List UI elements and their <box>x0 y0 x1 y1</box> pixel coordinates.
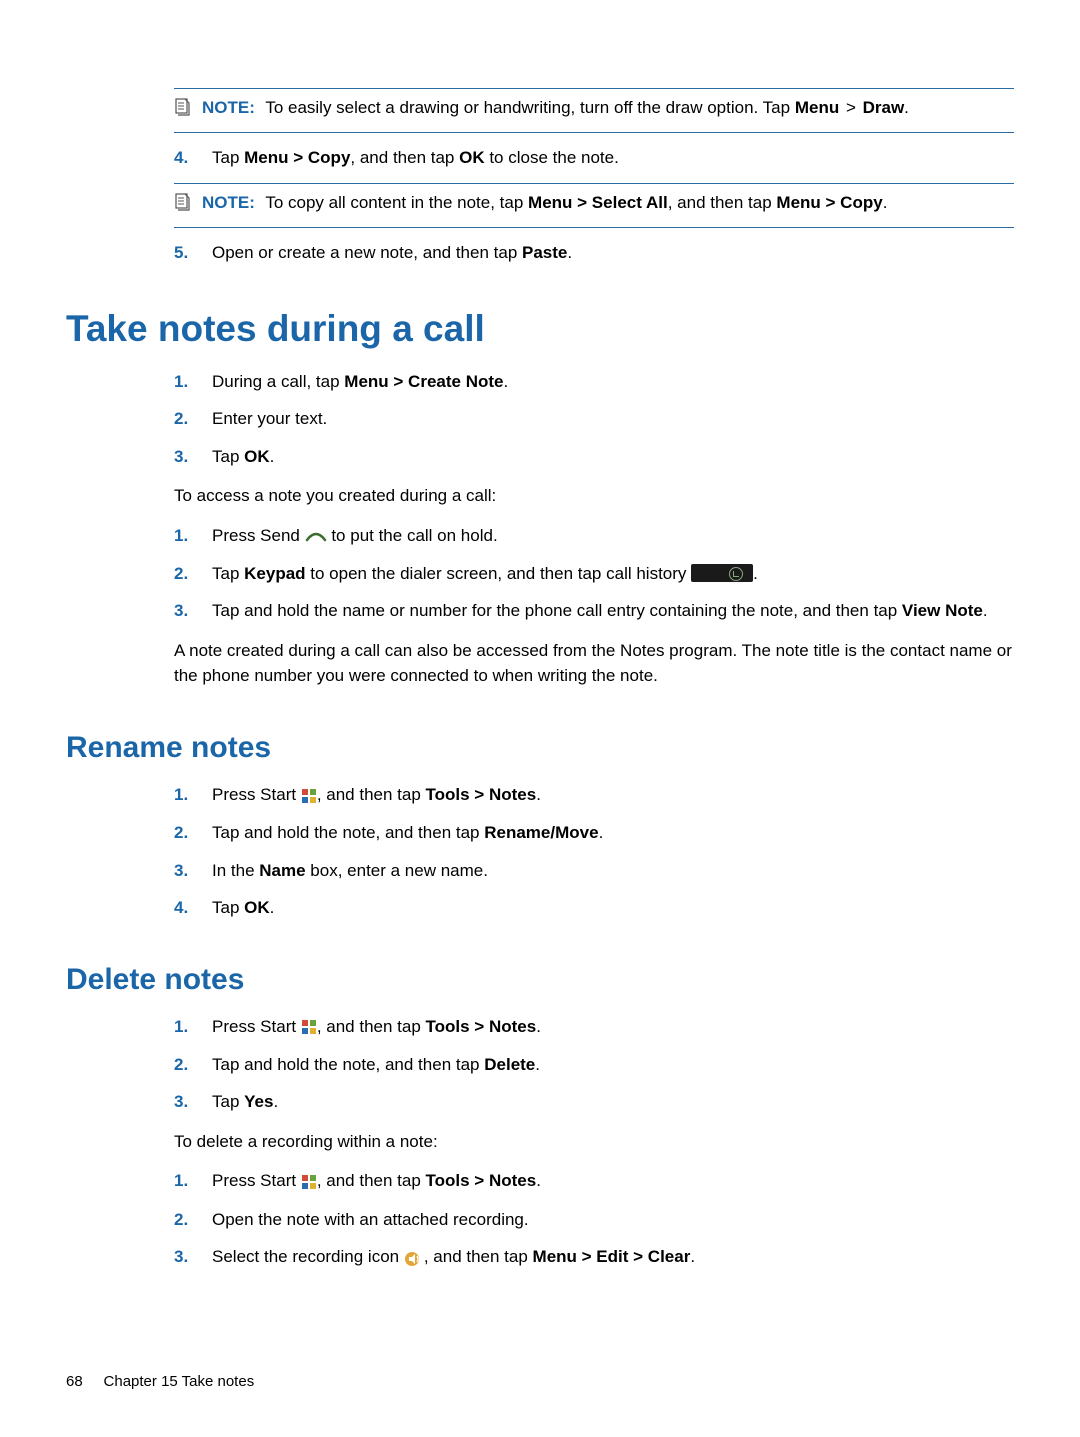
note-box: NOTE: To easily select a drawing or hand… <box>174 88 1014 133</box>
ordered-list: 1. Press Start , and then tap Tools > No… <box>174 1168 1014 1270</box>
list-item: 2. Tap and hold the note, and then tap R… <box>174 820 1014 846</box>
call-history-icon <box>691 564 753 582</box>
step-body: Tap Menu > Copy, and then tap OK to clos… <box>212 145 1014 171</box>
ordered-list: 1. Press Start , and then tap Tools > No… <box>174 1014 1014 1115</box>
heading-take-notes: Take notes during a call <box>66 301 1014 357</box>
step-body: Enter your text. <box>212 406 1014 432</box>
ordered-list: 1. Press Start , and then tap Tools > No… <box>174 782 1014 921</box>
step-number: 3. <box>174 598 212 624</box>
ordered-list: 5. Open or create a new note, and then t… <box>174 240 1014 266</box>
step-number: 3. <box>174 444 212 470</box>
list-item: 3. In the Name box, enter a new name. <box>174 858 1014 884</box>
step-number: 2. <box>174 561 212 587</box>
list-item: 1. Press Start , and then tap Tools > No… <box>174 782 1014 808</box>
list-item: 4. Tap OK. <box>174 895 1014 921</box>
step-body: Select the recording icon , and then tap… <box>212 1244 1014 1270</box>
step-body: Tap and hold the note, and then tap Dele… <box>212 1052 1014 1078</box>
step-body: Tap Yes. <box>212 1089 1014 1115</box>
list-item: 1. Press Send to put the call on hold. <box>174 523 1014 549</box>
paragraph: To access a note you created during a ca… <box>174 483 1014 509</box>
step-number: 2. <box>174 1052 212 1078</box>
heading-delete: Delete notes <box>66 957 1014 1002</box>
list-item: 5. Open or create a new note, and then t… <box>174 240 1014 266</box>
step-body: Press Start , and then tap Tools > Notes… <box>212 1168 1014 1194</box>
list-item: 3. Tap Yes. <box>174 1089 1014 1115</box>
note-icon <box>174 97 192 124</box>
step-number: 3. <box>174 1244 212 1270</box>
list-item: 2. Tap and hold the note, and then tap D… <box>174 1052 1014 1078</box>
page-number: 68 <box>66 1373 83 1390</box>
step-body: Press Send to put the call on hold. <box>212 523 1014 549</box>
note-icon <box>174 192 192 219</box>
heading-rename: Rename notes <box>66 725 1014 770</box>
step-body: Tap Keypad to open the dialer screen, an… <box>212 561 1014 587</box>
step-body: Tap and hold the name or number for the … <box>212 598 1014 624</box>
step-number: 3. <box>174 1089 212 1115</box>
step-body: During a call, tap Menu > Create Note. <box>212 369 1014 395</box>
page-footer: 68 Chapter 15 Take notes <box>66 1371 254 1394</box>
list-item: 1. Press Start , and then tap Tools > No… <box>174 1014 1014 1040</box>
step-body: Open or create a new note, and then tap … <box>212 240 1014 266</box>
list-item: 1. Press Start , and then tap Tools > No… <box>174 1168 1014 1194</box>
step-body: Tap OK. <box>212 444 1014 470</box>
note-label: NOTE: <box>202 98 255 117</box>
list-item: 3. Tap and hold the name or number for t… <box>174 598 1014 624</box>
step-number: 3. <box>174 858 212 884</box>
step-number: 2. <box>174 406 212 432</box>
step-body: In the Name box, enter a new name. <box>212 858 1014 884</box>
step-number: 2. <box>174 820 212 846</box>
list-item: 2. Tap Keypad to open the dialer screen,… <box>174 561 1014 587</box>
step-number: 1. <box>174 523 212 549</box>
ordered-list: 1. Press Send to put the call on hold. 2… <box>174 523 1014 624</box>
send-icon <box>305 523 327 549</box>
list-item: 1. During a call, tap Menu > Create Note… <box>174 369 1014 395</box>
start-icon <box>301 783 317 809</box>
note-text: NOTE: To easily select a drawing or hand… <box>202 95 909 121</box>
step-body: Tap and hold the note, and then tap Rena… <box>212 820 1014 846</box>
step-body: Tap OK. <box>212 895 1014 921</box>
paragraph: To delete a recording within a note: <box>174 1129 1014 1155</box>
list-item: 3. Select the recording icon , and then … <box>174 1244 1014 1270</box>
paragraph: A note created during a call can also be… <box>174 638 1014 689</box>
step-body: Open the note with an attached recording… <box>212 1207 1014 1233</box>
step-body: Press Start , and then tap Tools > Notes… <box>212 782 1014 808</box>
start-icon <box>301 1014 317 1040</box>
list-item: 4. Tap Menu > Copy, and then tap OK to c… <box>174 145 1014 171</box>
step-number: 4. <box>174 895 212 921</box>
step-body: Press Start , and then tap Tools > Notes… <box>212 1014 1014 1040</box>
ordered-list: 4. Tap Menu > Copy, and then tap OK to c… <box>174 145 1014 171</box>
note-label: NOTE: <box>202 193 255 212</box>
list-item: 2. Enter your text. <box>174 406 1014 432</box>
ordered-list: 1. During a call, tap Menu > Create Note… <box>174 369 1014 470</box>
start-icon <box>301 1169 317 1195</box>
step-number: 1. <box>174 1014 212 1040</box>
chapter-title: Chapter 15 Take notes <box>104 1373 255 1390</box>
step-number: 1. <box>174 782 212 808</box>
step-number: 1. <box>174 1168 212 1194</box>
list-item: 2. Open the note with an attached record… <box>174 1207 1014 1233</box>
step-number: 1. <box>174 369 212 395</box>
speaker-icon <box>404 1245 424 1271</box>
list-item: 3. Tap OK. <box>174 444 1014 470</box>
step-number: 4. <box>174 145 212 171</box>
note-text: NOTE: To copy all content in the note, t… <box>202 190 887 216</box>
note-box: NOTE: To copy all content in the note, t… <box>174 183 1014 228</box>
step-number: 2. <box>174 1207 212 1233</box>
step-number: 5. <box>174 240 212 266</box>
